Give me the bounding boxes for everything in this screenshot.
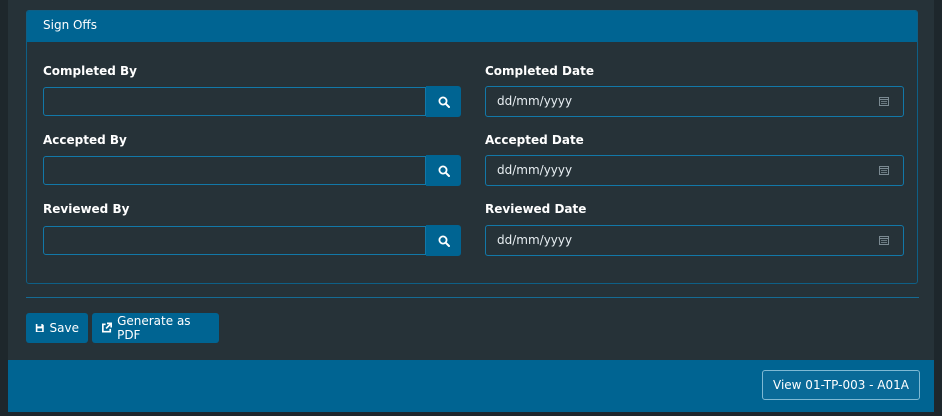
completed-by-search-button[interactable] xyxy=(426,86,461,117)
reviewed-date-placeholder: dd/mm/yyyy xyxy=(497,233,573,247)
footer-bar: View 01-TP-003 - A01A xyxy=(8,360,934,412)
sign-offs-panel: Sign Offs Completed By Accepted By Revie… xyxy=(26,10,918,284)
panel-title: Sign Offs xyxy=(43,18,97,32)
reviewed-date-label: Reviewed Date xyxy=(485,202,587,216)
search-icon xyxy=(438,235,450,247)
content-area: Sign Offs Completed By Accepted By Revie… xyxy=(8,0,934,362)
panel-header: Sign Offs xyxy=(27,11,917,42)
search-icon xyxy=(438,96,450,108)
accepted-date-placeholder: dd/mm/yyyy xyxy=(497,163,573,177)
calendar-icon[interactable] xyxy=(879,166,889,175)
section-divider xyxy=(26,297,919,298)
completed-date-input[interactable]: dd/mm/yyyy xyxy=(485,86,904,117)
accepted-by-input[interactable] xyxy=(43,156,426,185)
completed-by-label: Completed By xyxy=(43,64,138,78)
calendar-icon[interactable] xyxy=(879,236,889,245)
reviewed-by-label: Reviewed By xyxy=(43,202,130,216)
accepted-by-search-button[interactable] xyxy=(426,155,461,186)
completed-date-placeholder: dd/mm/yyyy xyxy=(497,94,573,108)
external-link-icon xyxy=(102,322,112,333)
reviewed-by-search-button[interactable] xyxy=(426,225,461,256)
accepted-date-input[interactable]: dd/mm/yyyy xyxy=(485,155,904,186)
reviewed-date-input[interactable]: dd/mm/yyyy xyxy=(485,225,904,256)
calendar-icon[interactable] xyxy=(879,97,889,106)
reviewed-by-input[interactable] xyxy=(43,226,426,255)
completed-by-input[interactable] xyxy=(43,87,426,116)
save-button[interactable]: Save xyxy=(26,313,88,343)
page: Sign Offs Completed By Accepted By Revie… xyxy=(0,0,942,416)
accepted-by-label: Accepted By xyxy=(43,133,127,147)
accepted-date-label: Accepted Date xyxy=(485,133,584,147)
save-label: Save xyxy=(49,321,79,335)
search-icon xyxy=(438,165,450,177)
view-document-button[interactable]: View 01-TP-003 - A01A xyxy=(762,370,920,400)
generate-pdf-label: Generate as PDF xyxy=(117,314,191,342)
generate-pdf-button[interactable]: Generate as PDF xyxy=(92,313,219,343)
completed-date-label: Completed Date xyxy=(485,64,594,78)
floppy-disk-icon xyxy=(35,324,44,332)
